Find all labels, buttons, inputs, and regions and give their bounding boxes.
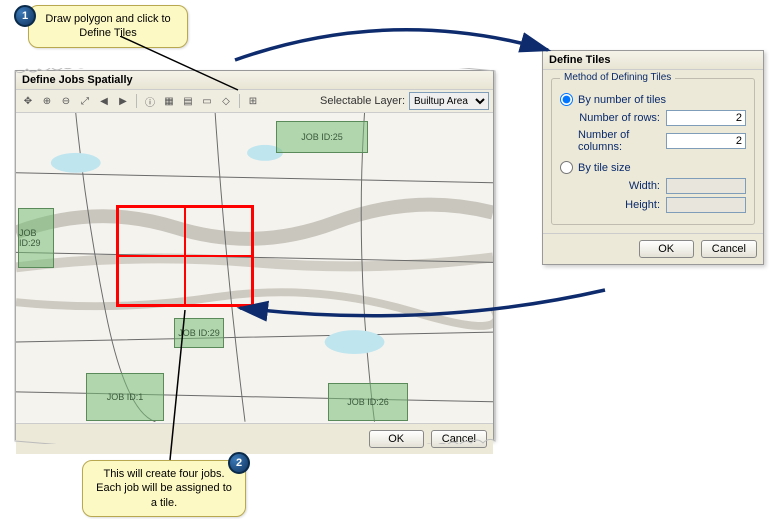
selectable-layer-dropdown[interactable]: Builtup Area xyxy=(409,92,489,110)
method-group: Method of Defining Tiles By number of ti… xyxy=(551,78,755,225)
main-cancel-button[interactable]: Cancel xyxy=(431,430,487,448)
callout-1: Draw polygon and click to Define Tiles xyxy=(28,5,188,48)
main-button-row: OK Cancel xyxy=(16,423,493,454)
next-extent-icon[interactable]: ▶ xyxy=(115,93,131,109)
width-input xyxy=(666,178,746,194)
map-toolbar: ✥ ⊕ ⊖ ⤢ ◀ ▶ ⓘ ▦ ▤ ▭ ◇ ⊞ Selectable Layer… xyxy=(16,90,493,113)
job-rect-26[interactable]: JOB ID:26 xyxy=(328,383,408,421)
width-label: Width: xyxy=(629,180,660,192)
define-tiles-title: Define Tiles xyxy=(543,51,763,70)
selectable-layer-label: Selectable Layer: xyxy=(320,95,405,107)
pan-icon[interactable]: ✥ xyxy=(20,93,36,109)
identify-icon[interactable]: ⓘ xyxy=(142,93,158,109)
height-label: Height: xyxy=(625,199,660,211)
define-tiles-dialog: Define Tiles Method of Defining Tiles By… xyxy=(542,50,764,265)
cols-label: Number of columns: xyxy=(578,129,660,153)
full-extent-icon[interactable]: ⤢ xyxy=(77,93,93,109)
by-size-radio[interactable] xyxy=(560,161,573,174)
by-number-radio[interactable] xyxy=(560,93,573,106)
callout-2: This will create four jobs. Each job wil… xyxy=(82,460,246,517)
define-jobs-spatially-window: Define Jobs Spatially ✥ ⊕ ⊖ ⤢ ◀ ▶ ⓘ ▦ ▤ … xyxy=(15,70,494,440)
step-badge-1: 1 xyxy=(14,5,36,27)
by-number-label: By number of tiles xyxy=(578,94,666,106)
define-tiles-icon[interactable]: ⊞ xyxy=(245,93,261,109)
height-input xyxy=(666,197,746,213)
job-rect-29[interactable]: JOB ID:29 xyxy=(18,208,54,268)
zoom-out-icon[interactable]: ⊖ xyxy=(58,93,74,109)
draw-polygon-icon[interactable]: ◇ xyxy=(218,93,234,109)
rows-label: Number of rows: xyxy=(579,112,660,124)
map-canvas[interactable]: JOB ID:25 JOB ID:29 JOB ID:29 JOB ID:1 J… xyxy=(16,113,493,423)
dt-cancel-button[interactable]: Cancel xyxy=(701,240,757,258)
job-rect-25[interactable]: JOB ID:25 xyxy=(276,121,368,153)
step-badge-2: 2 xyxy=(228,452,250,474)
job-rect-29b[interactable]: JOB ID:29 xyxy=(174,318,224,348)
rows-input[interactable] xyxy=(666,110,746,126)
prev-extent-icon[interactable]: ◀ xyxy=(96,93,112,109)
job-rect-1[interactable]: JOB ID:1 xyxy=(86,373,164,421)
main-window-title: Define Jobs Spatially xyxy=(16,71,493,90)
grid-icon[interactable]: ▤ xyxy=(180,93,196,109)
dt-button-row: OK Cancel xyxy=(543,233,763,264)
dt-ok-button[interactable]: OK xyxy=(639,240,694,258)
main-ok-button[interactable]: OK xyxy=(369,430,424,448)
by-size-label: By tile size xyxy=(578,162,631,174)
layers-icon[interactable]: ▦ xyxy=(161,93,177,109)
tile-grid xyxy=(116,205,254,307)
cols-input[interactable] xyxy=(666,133,746,149)
select-rect-icon[interactable]: ▭ xyxy=(199,93,215,109)
zoom-in-icon[interactable]: ⊕ xyxy=(39,93,55,109)
method-group-title: Method of Defining Tiles xyxy=(560,72,675,83)
